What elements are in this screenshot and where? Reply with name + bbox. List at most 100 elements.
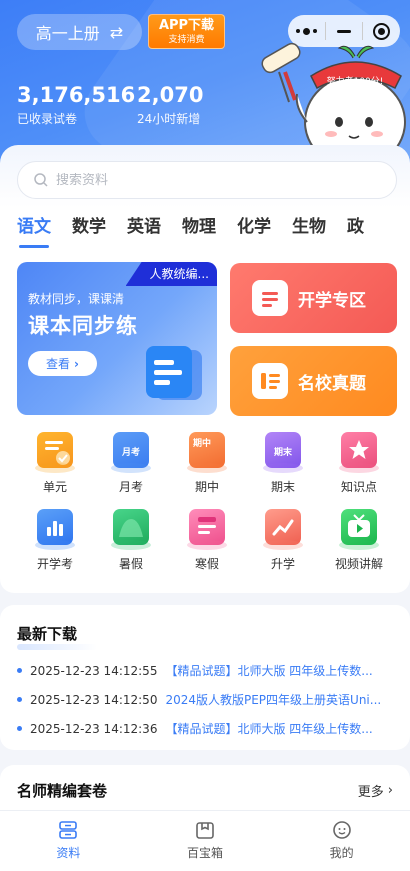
icon-shadow	[339, 540, 379, 550]
view-button-label: 查看	[46, 357, 71, 371]
category-grid: 单元 月考 月考 期中 期中 期末 期末 知识点 开学考 暑假 寒假 升学 视频…	[17, 430, 397, 584]
grid-item-final[interactable]: 期末 期末	[245, 430, 321, 507]
banner-subtitle: 教材同步，课课清	[28, 292, 125, 306]
tab-toolbox[interactable]: 百宝箱	[137, 811, 274, 871]
close-target-icon	[373, 22, 391, 40]
textbook-sync-banner[interactable]: 人教统编... 教材同步，课课清 课本同步练 查看 ›	[17, 262, 217, 415]
icon-shadow	[111, 463, 151, 473]
icon-shadow	[263, 540, 303, 550]
teacher-papers-title: 名师精编套卷	[17, 782, 108, 800]
stat-new-label: 24小时新增	[137, 112, 201, 126]
icon-shadow	[187, 540, 227, 550]
download-item[interactable]: 2025-12-23 14:12:50 2024版人教版PEP四年级上册英语Un…	[17, 685, 393, 714]
download-time: 2025-12-23 14:12:50	[30, 692, 158, 707]
book-icon	[146, 346, 202, 400]
grade-label: 高一上册	[35, 24, 100, 43]
download-item[interactable]: 2025-12-23 14:12:55 【精品试题】北师大版 四年级上传数...	[17, 656, 393, 685]
grid-label: 月考	[118, 480, 143, 494]
app-download-button[interactable]: APP下载 支持消费	[148, 14, 225, 49]
grid-label: 升学	[270, 557, 295, 571]
tab-profile[interactable]: 我的	[273, 811, 410, 871]
monthly-icon-text: 月考	[121, 448, 140, 458]
grid-item-promotion[interactable]: 升学	[245, 507, 321, 584]
swap-icon: ⇄	[109, 22, 124, 42]
more-label: 更多	[357, 785, 384, 800]
icon-shadow	[111, 540, 151, 550]
grid-label: 单元	[42, 480, 67, 494]
grade-selector[interactable]: 高一上册 ⇄	[17, 14, 142, 50]
tab-politics[interactable]: 政	[347, 212, 364, 242]
tab-profile-label: 我的	[329, 846, 354, 860]
minimize-icon	[337, 29, 351, 33]
edition-tag: 人教统编...	[125, 262, 217, 286]
tab-math[interactable]: 数学	[72, 212, 106, 242]
search-bar[interactable]	[17, 161, 397, 199]
stat-total-label: 已收录试卷	[17, 112, 78, 126]
view-button[interactable]: 查看 ›	[28, 351, 97, 376]
subject-tabs: 语文 数学 英语 物理 化学 生物 政	[17, 212, 385, 248]
tab-english[interactable]: 英语	[127, 212, 161, 242]
download-list: 2025-12-23 14:12:55 【精品试题】北师大版 四年级上传数...…	[17, 656, 393, 743]
bullet-dot	[17, 668, 22, 673]
tab-biology[interactable]: 生物	[292, 212, 326, 242]
icon-shadow	[35, 540, 75, 550]
download-title: 2024版人教版PEP四年级上册英语Uni...	[165, 693, 382, 707]
grid-label: 寒假	[194, 557, 219, 571]
chevron-right-icon: ›	[74, 356, 79, 371]
profile-icon	[332, 821, 351, 839]
famous-school-card[interactable]: 名校真题	[230, 346, 397, 416]
title-underline	[17, 644, 97, 650]
grid-item-entrance[interactable]: 开学考	[17, 507, 93, 584]
tab-chemistry[interactable]: 化学	[237, 212, 271, 242]
grid-label: 期末	[270, 480, 295, 494]
toolbox-icon	[196, 822, 214, 839]
famous-school-label: 名校真题	[298, 373, 366, 394]
icon-shadow	[263, 463, 303, 473]
grid-label: 开学考	[36, 557, 73, 571]
tab-chinese[interactable]: 语文	[17, 212, 51, 248]
document-icon	[252, 280, 288, 316]
grid-item-midterm[interactable]: 期中 期中	[169, 430, 245, 507]
download-item[interactable]: 2025-12-23 14:12:36 【精品试题】北师大版 四年级上传数...	[17, 714, 393, 743]
search-input[interactable]	[56, 172, 356, 188]
icon-shadow	[187, 463, 227, 473]
grid-item-monthly[interactable]: 月考 月考	[93, 430, 169, 507]
grid-label: 期中	[194, 480, 219, 494]
tab-materials[interactable]: 资料	[0, 811, 137, 871]
banner-title: 课本同步练	[28, 314, 138, 338]
grid-label: 知识点	[340, 480, 377, 494]
stat-total: 3,176,516 已收录试卷	[17, 82, 135, 127]
tab-materials-label: 资料	[56, 846, 81, 860]
school-start-label: 开学专区	[298, 290, 366, 311]
tab-physics[interactable]: 物理	[182, 212, 216, 242]
grid-label: 暑假	[118, 557, 143, 571]
app-download-sublabel: 支持消费	[168, 34, 205, 45]
grid-item-winter[interactable]: 寒假	[169, 507, 245, 584]
download-title: 【精品试题】北师大版 四年级上传数...	[165, 664, 373, 678]
chevron-right-icon: ›	[387, 783, 393, 798]
materials-icon	[59, 821, 78, 839]
grid-item-knowledge[interactable]: 知识点	[321, 430, 397, 507]
icon-shadow	[339, 463, 379, 473]
icon-shadow	[35, 463, 75, 473]
search-icon	[34, 173, 48, 187]
latest-title-text: 最新下载	[17, 625, 78, 643]
final-icon-text: 期末	[273, 448, 292, 458]
grid-label: 视频讲解	[334, 557, 383, 571]
app-download-label: APP下载	[158, 17, 215, 33]
more-dots-icon	[295, 27, 317, 35]
more-button[interactable]: 更多 ›	[358, 781, 393, 800]
grid-item-summer[interactable]: 暑假	[93, 507, 169, 584]
school-start-card[interactable]: 开学专区	[230, 263, 397, 333]
bullet-dot	[17, 697, 22, 702]
mascot-headband-text: 努力考100分!	[327, 75, 384, 87]
grid-item-video[interactable]: 视频讲解	[321, 507, 397, 584]
stat-new-value: 2,070	[137, 83, 204, 107]
grid-item-unit[interactable]: 单元	[17, 430, 93, 507]
bullet-dot	[17, 726, 22, 731]
midterm-icon-text: 期中	[192, 439, 211, 449]
download-time: 2025-12-23 14:12:55	[30, 663, 158, 678]
tab-toolbox-label: 百宝箱	[187, 846, 224, 860]
bottom-tabbar: 资料 百宝箱 我的	[0, 810, 410, 871]
download-title: 【精品试题】北师大版 四年级上传数...	[165, 722, 373, 736]
